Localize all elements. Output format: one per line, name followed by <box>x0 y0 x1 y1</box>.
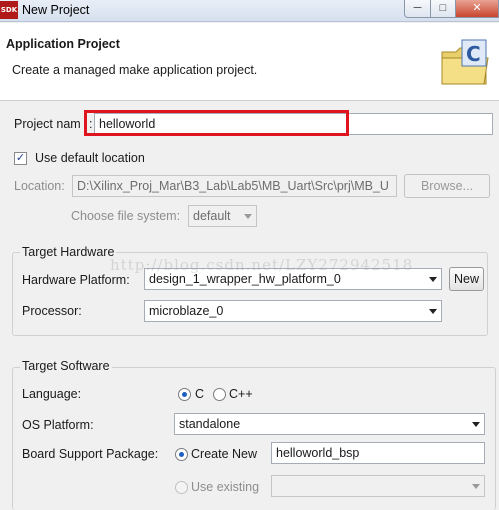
location-input[interactable]: D:\Xilinx_Proj_Mar\B3_Lab\Lab5\MB_Uart\S… <box>72 175 397 197</box>
chevron-down-icon <box>244 214 252 219</box>
chevron-down-icon <box>429 277 437 282</box>
red-highlight-box <box>84 110 349 136</box>
file-system-select[interactable]: default <box>188 205 257 227</box>
target-software-title: Target Software <box>20 359 112 373</box>
processor-value: microblaze_0 <box>149 304 224 318</box>
file-system-value: default <box>193 209 231 223</box>
create-new-bsp-radio[interactable] <box>175 448 188 461</box>
os-platform-select[interactable]: standalone <box>174 413 485 435</box>
file-system-label: Choose file system: <box>71 209 181 223</box>
processor-label: Processor: <box>22 304 82 318</box>
close-button[interactable]: ✕ <box>455 0 499 18</box>
maximize-button[interactable]: □ <box>430 0 456 18</box>
create-new-bsp-label: Create New <box>191 447 257 461</box>
hardware-platform-label: Hardware Platform: <box>22 273 130 287</box>
page-title: Application Project <box>6 37 120 51</box>
page-description: Create a managed make application projec… <box>12 63 258 77</box>
c-project-folder-icon: C <box>438 38 492 88</box>
processor-select[interactable]: microblaze_0 <box>144 300 442 322</box>
hardware-platform-value: design_1_wrapper_hw_platform_0 <box>149 272 341 286</box>
language-label: Language: <box>22 387 82 401</box>
language-c-radio[interactable] <box>178 388 191 401</box>
bsp-name-input[interactable]: helloworld_bsp <box>271 442 485 464</box>
existing-bsp-select[interactable] <box>271 475 485 497</box>
language-c-label: C <box>195 387 205 401</box>
use-default-location-label: Use default location <box>35 151 145 165</box>
project-name-label: Project nam <box>14 117 81 131</box>
os-platform-value: standalone <box>179 417 241 431</box>
header-banner <box>0 23 499 101</box>
browse-button[interactable]: Browse... <box>404 174 490 198</box>
location-label: Location: <box>14 179 65 193</box>
window-title: New Project <box>22 3 90 17</box>
chevron-down-icon <box>472 484 480 489</box>
sdk-app-icon: SDK <box>0 1 18 19</box>
watermark: http://blog.csdn.net/LZY272942518 <box>110 256 414 274</box>
svg-text:C: C <box>466 42 481 66</box>
language-cpp-label: C++ <box>229 387 253 401</box>
language-cpp-radio[interactable] <box>213 388 226 401</box>
chevron-down-icon <box>472 422 480 427</box>
use-existing-bsp-radio[interactable] <box>175 481 188 494</box>
target-hardware-title: Target Hardware <box>20 245 117 259</box>
minimize-button[interactable]: ─ <box>404 0 431 18</box>
use-default-location-checkbox[interactable]: ✓ <box>14 152 27 165</box>
use-existing-bsp-label: Use existing <box>191 480 260 494</box>
os-platform-label: OS Platform: <box>22 418 94 432</box>
bsp-label: Board Support Package: <box>22 447 159 461</box>
chevron-down-icon <box>429 309 437 314</box>
new-platform-button[interactable]: New <box>449 267 484 291</box>
